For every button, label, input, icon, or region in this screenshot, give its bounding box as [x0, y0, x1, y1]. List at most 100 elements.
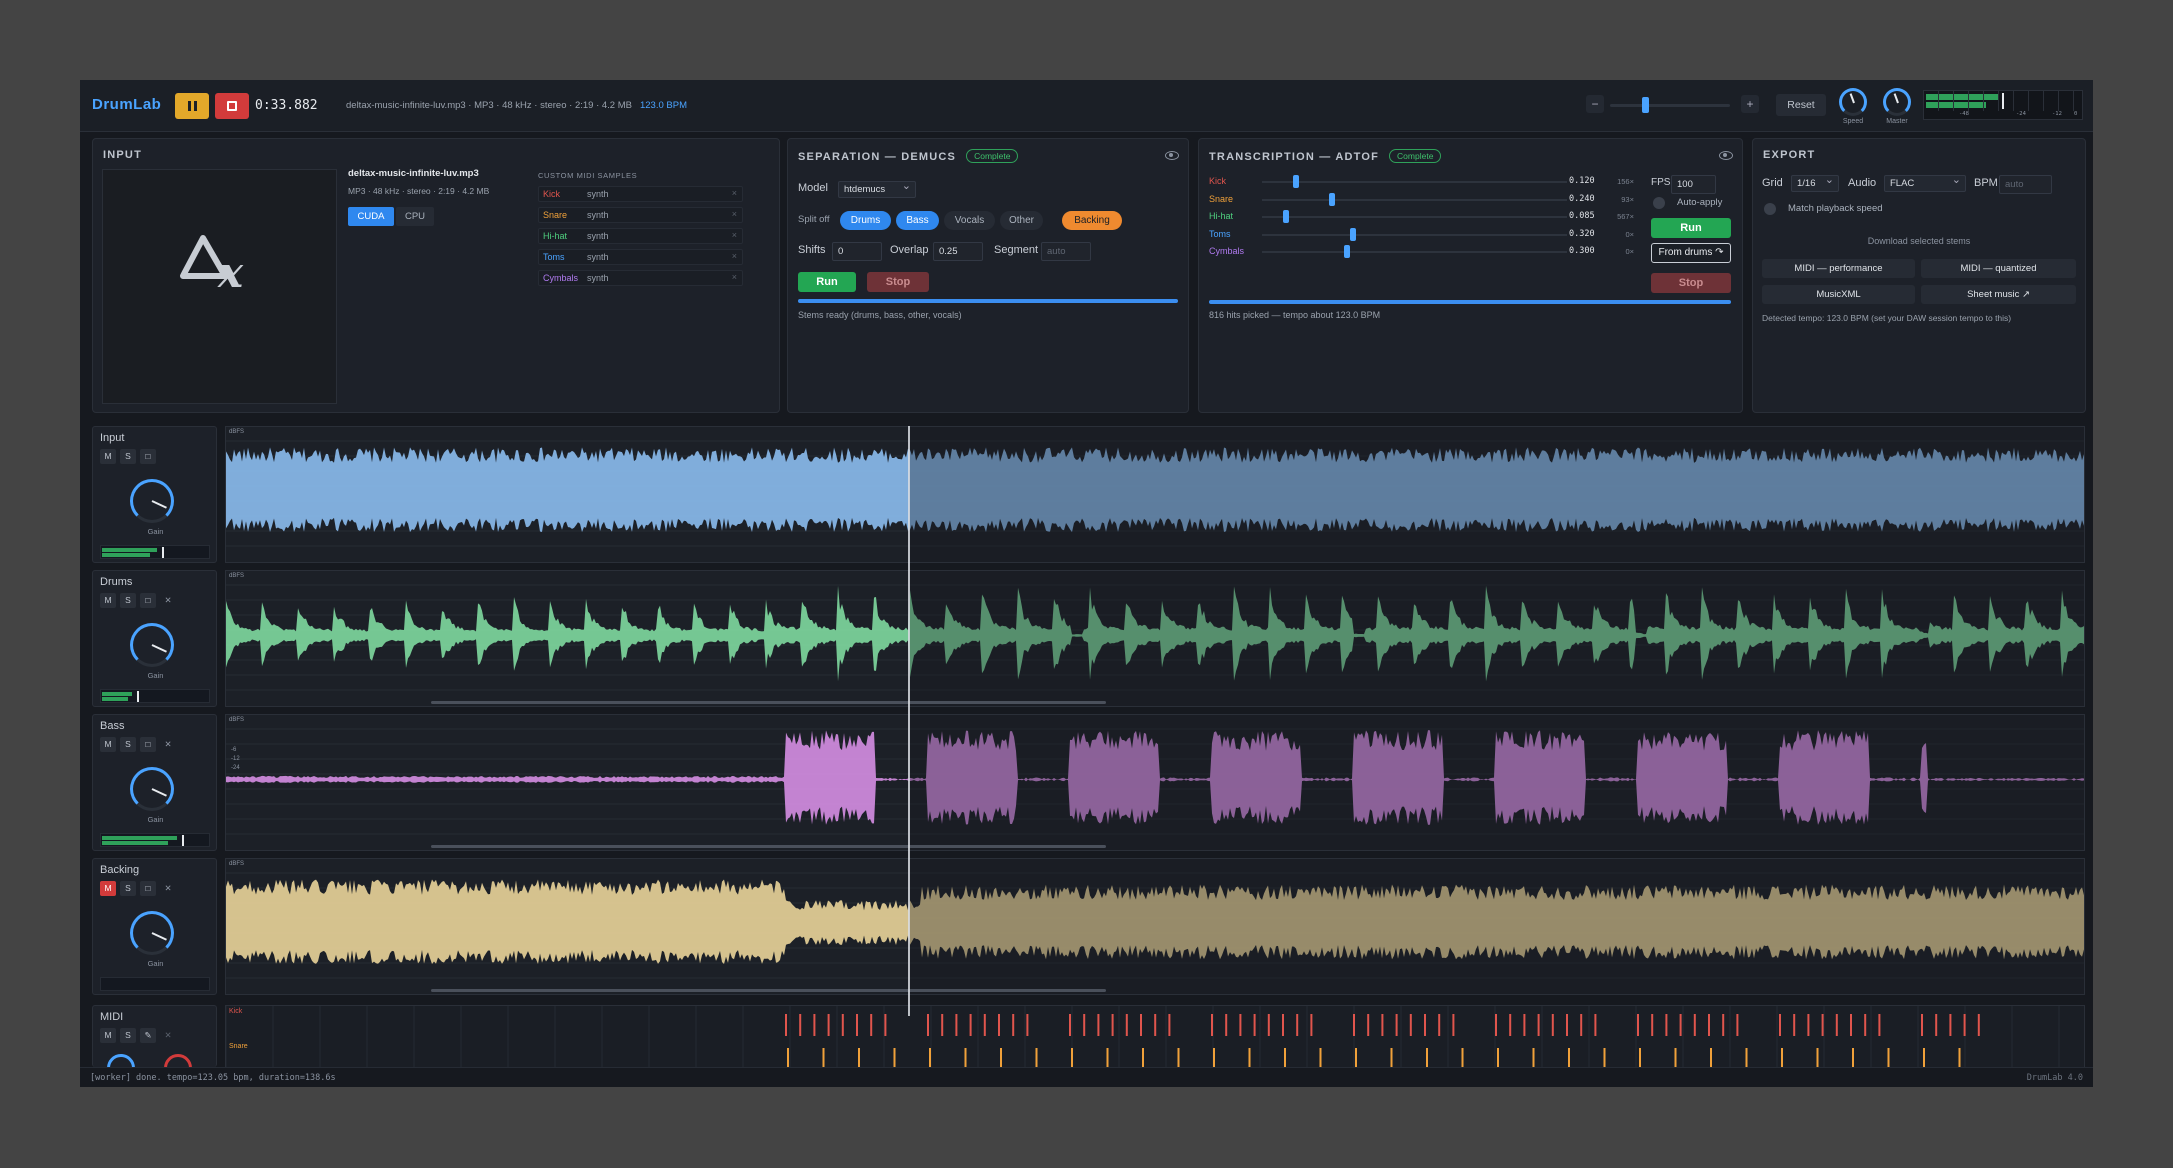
- sample-row[interactable]: Toms synth ×: [538, 249, 743, 265]
- from-drums-button[interactable]: From drums ↷: [1651, 243, 1731, 263]
- sample-row[interactable]: Kick synth ×: [538, 186, 743, 202]
- midi-edit-button[interactable]: ✎: [140, 1028, 156, 1043]
- speed-knob[interactable]: [1839, 88, 1867, 116]
- hit-count: 93×: [1621, 194, 1634, 204]
- waveform-lane-bass[interactable]: dBFS -6 -12 -24: [225, 714, 2085, 851]
- lane-scrollbar[interactable]: [431, 989, 1106, 992]
- shifts-input[interactable]: 0: [832, 242, 882, 261]
- waveform-lane-input[interactable]: dBFS: [225, 426, 2085, 563]
- clear-icon[interactable]: ×: [732, 188, 737, 198]
- solo-button[interactable]: S: [120, 593, 136, 608]
- visibility-eye-icon[interactable]: [1719, 151, 1733, 160]
- cpu-toggle[interactable]: CPU: [396, 207, 434, 226]
- gain-knob[interactable]: [130, 767, 174, 811]
- midi-lane[interactable]: Kick Snare: [225, 1005, 2085, 1067]
- model-select[interactable]: htdemucs: [838, 179, 916, 198]
- zoom-slider-track[interactable]: [1610, 104, 1730, 107]
- gain-knob[interactable]: [130, 623, 174, 667]
- sample-row[interactable]: Snare synth ×: [538, 207, 743, 223]
- record-arm-button[interactable]: □: [140, 593, 156, 608]
- remove-track-button[interactable]: ✕: [160, 737, 176, 752]
- clear-icon[interactable]: ×: [732, 209, 737, 219]
- threshold-slider-thumb[interactable]: [1350, 227, 1357, 241]
- split-drums-chip[interactable]: Drums: [840, 211, 891, 230]
- cuda-toggle[interactable]: CUDA: [348, 207, 394, 226]
- solo-button[interactable]: S: [120, 449, 136, 464]
- mute-button[interactable]: M: [100, 449, 116, 464]
- gain-knob[interactable]: [130, 911, 174, 955]
- split-vocals-chip[interactable]: Vocals: [944, 211, 995, 230]
- split-bass-chip[interactable]: Bass: [896, 211, 939, 230]
- clear-icon[interactable]: ×: [732, 272, 737, 282]
- segment-input[interactable]: auto: [1041, 242, 1091, 261]
- visibility-eye-icon[interactable]: [1165, 151, 1179, 160]
- zoom-in-button[interactable]: +: [1741, 95, 1759, 113]
- threshold-slider-thumb[interactable]: [1344, 245, 1351, 258]
- lane-scrollbar[interactable]: [431, 701, 1106, 704]
- playhead[interactable]: [908, 426, 910, 1016]
- midi-solo-button[interactable]: S: [120, 1028, 136, 1043]
- midi-quantized-button[interactable]: MIDI — quantized: [1921, 259, 2076, 278]
- threshold-slider-track[interactable]: [1262, 233, 1567, 236]
- file-info: deltax-music-infinite-luv.mp3 · MP3 · 48…: [346, 100, 687, 111]
- threshold-slider-thumb[interactable]: [1329, 192, 1336, 206]
- midi-remove-button[interactable]: ✕: [160, 1028, 176, 1043]
- threshold-slider-track[interactable]: [1262, 198, 1567, 201]
- waveform: [226, 859, 2084, 994]
- threshold-slider-thumb[interactable]: [1292, 175, 1299, 188]
- mute-button[interactable]: M: [100, 593, 116, 608]
- record-arm-button[interactable]: □: [140, 449, 156, 464]
- bpm-input[interactable]: auto: [1999, 175, 2052, 194]
- audio-format-select[interactable]: FLAC: [1884, 173, 1966, 192]
- sheet-music-button[interactable]: Sheet music ↗: [1921, 285, 2076, 304]
- track-header-backing: Backing M S □ ✕ Gain: [92, 858, 217, 995]
- record-arm-button[interactable]: □: [140, 881, 156, 896]
- threshold-slider-track[interactable]: [1262, 181, 1567, 183]
- playback-time: 0:33.882: [255, 98, 318, 113]
- record-arm-button[interactable]: □: [140, 737, 156, 752]
- lane-scrollbar[interactable]: [431, 845, 1106, 848]
- zoom-slider-thumb[interactable]: [1642, 97, 1649, 113]
- hit-count: 567×: [1617, 212, 1634, 221]
- midi-performance-button[interactable]: MIDI — performance: [1762, 259, 1915, 278]
- fps-input[interactable]: 100: [1671, 175, 1716, 194]
- clear-icon[interactable]: ×: [732, 251, 737, 261]
- separation-stop-button[interactable]: Stop: [867, 272, 929, 292]
- split-backing-chip[interactable]: Backing: [1062, 211, 1122, 230]
- midi-row-label-kick: Kick: [229, 1008, 243, 1015]
- sample-row[interactable]: Cymbals synth ×: [538, 270, 743, 286]
- remove-track-button[interactable]: ✕: [160, 881, 176, 896]
- split-other-chip[interactable]: Other: [1000, 211, 1043, 230]
- clear-icon[interactable]: ×: [732, 230, 737, 240]
- solo-button[interactable]: S: [120, 737, 136, 752]
- mute-button[interactable]: M: [100, 737, 116, 752]
- gain-knob[interactable]: [130, 479, 174, 523]
- transcription-stop-button[interactable]: Stop: [1651, 273, 1731, 293]
- threshold-slider-thumb[interactable]: [1283, 210, 1290, 223]
- master-knob[interactable]: [1883, 88, 1911, 116]
- auto-apply-toggle[interactable]: [1653, 197, 1665, 209]
- reset-button[interactable]: Reset: [1776, 94, 1826, 116]
- musicxml-button[interactable]: MusicXML: [1762, 285, 1915, 304]
- zoom-out-button[interactable]: −: [1586, 95, 1604, 113]
- waveform-lane-backing[interactable]: dBFS: [225, 858, 2085, 995]
- download-stems-link[interactable]: Download selected stems: [1762, 236, 2076, 246]
- mute-button[interactable]: M: [100, 881, 116, 896]
- remove-track-button[interactable]: ✕: [160, 593, 176, 608]
- solo-button[interactable]: S: [120, 881, 136, 896]
- transcription-run-button[interactable]: Run: [1651, 218, 1731, 238]
- custom-samples-title: CUSTOM MIDI SAMPLES: [538, 171, 638, 180]
- grid-select[interactable]: 1/16: [1791, 173, 1839, 192]
- stop-button[interactable]: [215, 93, 249, 119]
- overlap-input[interactable]: 0.25: [933, 242, 983, 261]
- midi-mute-button[interactable]: M: [100, 1028, 116, 1043]
- pause-button[interactable]: [175, 93, 209, 119]
- threshold-slider-track[interactable]: [1262, 251, 1567, 253]
- sample-row[interactable]: Hi-hat synth ×: [538, 228, 743, 244]
- waveform-lane-drums[interactable]: dBFS: [225, 570, 2085, 707]
- unplayed-overlay: [909, 715, 2084, 850]
- separation-run-button[interactable]: Run: [798, 272, 856, 292]
- threshold-slider-track[interactable]: [1262, 216, 1567, 218]
- master-label: Master: [1886, 118, 1908, 125]
- match-speed-toggle[interactable]: [1764, 203, 1776, 215]
